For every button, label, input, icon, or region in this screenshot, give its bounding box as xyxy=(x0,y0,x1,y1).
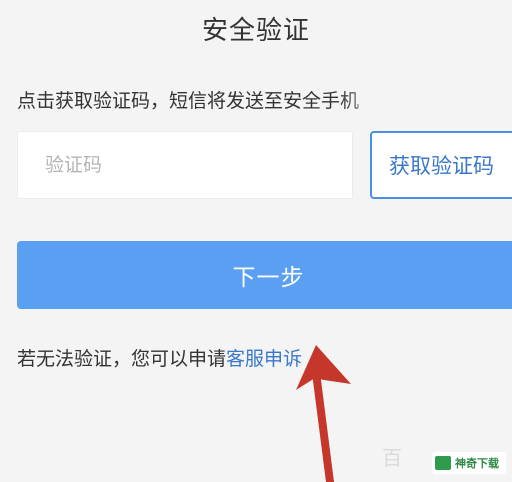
customer-service-appeal-link[interactable]: 客服申诉 xyxy=(226,348,302,370)
watermark-text: 神奇下载 xyxy=(455,457,499,470)
cannot-verify-text: 若无法验证，您可以申请客服申诉 xyxy=(17,344,302,371)
watermark-logo-icon xyxy=(435,456,451,470)
next-step-button[interactable]: 下一步 xyxy=(17,241,512,309)
page-title: 安全验证 xyxy=(201,16,310,46)
cannot-verify-prefix: 若无法验证，您可以申请 xyxy=(17,348,227,370)
watermark-ghost-text: 百 xyxy=(382,446,402,470)
site-watermark: 神奇下载 xyxy=(432,452,506,474)
get-code-button[interactable]: 获取验证码 xyxy=(370,131,512,199)
sms-hint-text: 点击获取验证码，短信将发送至安全手机 xyxy=(17,90,360,112)
verification-code-input[interactable] xyxy=(17,131,353,199)
